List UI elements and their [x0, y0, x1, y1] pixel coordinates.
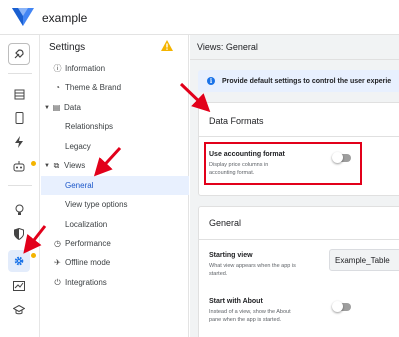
data-formats-title: Data Formats — [209, 116, 264, 126]
nav-item-data[interactable]: ▼ ▤ Data — [41, 98, 189, 117]
appsheet-logo-icon[interactable] — [12, 8, 34, 26]
start-with-about-label: Start with About — [209, 298, 263, 305]
graduation-cap-icon[interactable] — [8, 299, 30, 321]
shield-icon[interactable] — [8, 223, 30, 245]
top-bar: example — [0, 0, 399, 35]
settings-nav: Settings ⓘ Information ◔ Theme & Brand ▼… — [41, 35, 189, 337]
warning-icon[interactable] — [161, 40, 173, 51]
bolt-icon[interactable] — [8, 131, 30, 153]
offline-icon: ✈ — [54, 258, 61, 267]
rocket-icon[interactable] — [8, 43, 30, 65]
performance-icon: ◷ — [54, 239, 61, 248]
nav-item-integrations[interactable]: ⏻ Integrations — [41, 273, 189, 292]
app-name[interactable]: example — [42, 11, 87, 25]
info-banner: i Provide default settings to control th… — [198, 70, 399, 92]
info-icon: ⓘ — [53, 64, 62, 73]
nav-item-relationships[interactable]: Relationships — [41, 117, 189, 136]
table-icon: ▤ — [52, 103, 61, 112]
caret-down-icon: ▼ — [44, 104, 50, 111]
nav-item-performance[interactable]: ◷ Performance — [41, 234, 189, 253]
starting-view-label: Starting view — [209, 252, 253, 259]
info-icon: i — [207, 77, 215, 85]
info-banner-text: Provide default settings to control the … — [222, 77, 392, 85]
settings-header: Settings — [49, 42, 86, 53]
nav-item-views[interactable]: ▼ ⧉ Views — [41, 156, 189, 175]
notification-dot — [31, 253, 36, 258]
table-icon[interactable] — [8, 83, 30, 105]
nav-item-theme-brand[interactable]: ◔ Theme & Brand — [41, 78, 189, 97]
settings-gear-icon[interactable] — [8, 250, 30, 272]
views-icon: ⧉ — [53, 160, 60, 170]
page-title: Views: General — [197, 42, 258, 52]
nav-item-general[interactable]: General — [41, 176, 189, 195]
bulb-icon[interactable] — [8, 199, 30, 221]
left-icon-rail — [0, 35, 40, 337]
nav-item-view-type-options[interactable]: View type options — [41, 195, 189, 214]
annotation-highlight-box — [204, 142, 362, 185]
starting-view-select[interactable]: Example_Table — [329, 249, 399, 271]
robot-icon[interactable] — [8, 155, 30, 177]
monitor-chart-icon[interactable] — [8, 275, 30, 297]
nav-item-legacy[interactable]: Legacy — [41, 137, 189, 156]
caret-down-icon: ▼ — [44, 162, 50, 169]
palette-icon: ◔ — [55, 83, 60, 92]
nav-item-information[interactable]: ⓘ Information — [41, 59, 189, 78]
plug-icon: ⏻ — [54, 277, 61, 287]
nav-item-offline-mode[interactable]: ✈ Offline mode — [41, 253, 189, 272]
phone-icon[interactable] — [8, 107, 30, 129]
start-with-about-description: Instead of a view, show the About pane wh… — [209, 309, 291, 323]
general-card-title: General — [209, 218, 242, 228]
general-card: General Starting view What view appears … — [198, 206, 399, 337]
nav-item-localization[interactable]: Localization — [41, 215, 189, 234]
main-content: Views: General i Provide default setting… — [190, 35, 399, 337]
starting-view-description: What view appears when the app is started… — [209, 263, 296, 277]
start-with-about-toggle[interactable] — [332, 301, 351, 312]
notification-dot — [31, 161, 36, 166]
